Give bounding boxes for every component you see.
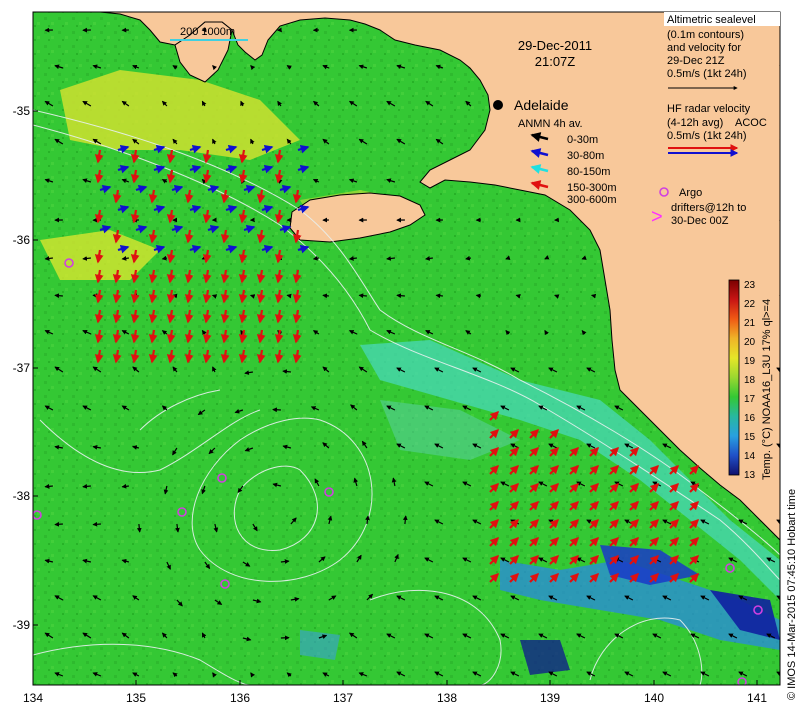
velocity-arrow bbox=[121, 483, 129, 489]
altimetric-legend-line: 0.5m/s (1kt 24h) bbox=[667, 68, 746, 80]
y-tick-label: -37 bbox=[13, 361, 31, 375]
velocity-arrow bbox=[396, 293, 405, 299]
sst-map: 134 135 136 137 138 139 140 141 -35 -36 … bbox=[13, 11, 798, 705]
velocity-arrow bbox=[136, 523, 142, 533]
argo-legend-chevron: > bbox=[651, 206, 663, 228]
anmn-legend-title: ANMN 4h av. bbox=[518, 118, 583, 130]
velocity-arrow bbox=[92, 521, 101, 527]
colorbar-tick: 16 bbox=[744, 413, 756, 424]
velocity-arrow bbox=[779, 293, 780, 299]
map-time: 21:07Z bbox=[535, 54, 576, 69]
credit-text: © IMOS 14-Mar-2015 07:45:10 Hobart time bbox=[786, 489, 798, 700]
anmn-legend-item: 300-600m bbox=[567, 194, 617, 206]
anmn-legend-item: 80-150m bbox=[567, 166, 610, 178]
altimetric-legend-line: 29-Dec 21Z bbox=[667, 55, 725, 67]
x-tick-label: 141 bbox=[747, 691, 767, 705]
altimetric-legend-line: (0.1m contours) bbox=[667, 29, 744, 41]
colorbar-tick: 15 bbox=[744, 432, 756, 443]
anmn-legend-item: 30-80m bbox=[567, 150, 604, 162]
colorbar-tick: 13 bbox=[744, 470, 756, 481]
x-tick-label: 137 bbox=[333, 691, 353, 705]
hf-legend-line: HF radar velocity bbox=[667, 103, 751, 115]
velocity-arrow bbox=[172, 293, 178, 299]
velocity-arrow bbox=[402, 515, 408, 525]
velocity-arrow bbox=[554, 294, 560, 299]
velocity-arrow bbox=[54, 521, 63, 527]
anmn-legend-item: 150-300m bbox=[567, 182, 617, 194]
x-tick-label: 136 bbox=[230, 691, 250, 705]
colorbar-tick: 18 bbox=[744, 375, 756, 386]
hf-legend-line: 0.5m/s (1kt 24h) bbox=[667, 130, 746, 142]
velocity-arrow bbox=[54, 293, 63, 299]
colorbar bbox=[728, 279, 740, 476]
scale-bar-label: 200 1000m bbox=[180, 26, 235, 38]
x-tick-label: 140 bbox=[644, 691, 664, 705]
argo-legend-line: drifters@12h to bbox=[671, 202, 746, 214]
adelaide-marker bbox=[493, 100, 503, 110]
y-tick-label: -35 bbox=[13, 104, 31, 118]
velocity-arrow bbox=[515, 294, 521, 299]
altimetric-legend-line: and velocity for bbox=[667, 42, 741, 54]
colorbar-tick: 14 bbox=[744, 451, 756, 462]
y-tick-label: -39 bbox=[13, 618, 31, 632]
velocity-arrow bbox=[211, 294, 218, 299]
velocity-arrow bbox=[590, 293, 597, 299]
colorbar-tick: 20 bbox=[744, 337, 756, 348]
velocity-arrow bbox=[435, 293, 443, 299]
map-date: 29-Dec-2011 bbox=[518, 38, 592, 53]
colorbar-tick: 21 bbox=[744, 318, 756, 329]
velocity-arrow bbox=[475, 293, 481, 299]
place-label-adelaide: Adelaide bbox=[514, 97, 569, 113]
x-tick-label: 139 bbox=[540, 691, 560, 705]
colorbar-tick: 17 bbox=[744, 394, 756, 405]
colorbar-tick: 19 bbox=[744, 356, 756, 367]
velocity-arrow bbox=[44, 483, 53, 489]
velocity-arrow bbox=[249, 294, 256, 299]
anmn-legend-item: 0-30m bbox=[567, 134, 598, 146]
altimetric-legend-line: Altimetric sealevel bbox=[667, 14, 756, 26]
velocity-arrow bbox=[286, 293, 292, 299]
y-tick-label: -36 bbox=[13, 233, 31, 247]
colorbar-tick: 22 bbox=[744, 299, 756, 310]
velocity-arrow bbox=[358, 293, 367, 299]
x-tick-label: 135 bbox=[126, 691, 146, 705]
velocity-arrow bbox=[779, 65, 780, 70]
hf-legend-overlap: ACOC bbox=[735, 117, 767, 129]
y-tick-label: -38 bbox=[13, 489, 31, 503]
hf-legend-line: (4-12h avg) bbox=[667, 117, 723, 129]
colorbar-label: Temp. (°C) NOAA16_L3U 17% ql>=4 bbox=[761, 299, 773, 480]
argo-legend-line: Argo bbox=[679, 187, 702, 199]
colorbar-tick: 23 bbox=[744, 280, 756, 291]
argo-legend-line: 30-Dec 00Z bbox=[671, 215, 729, 227]
deep-blue-patch bbox=[300, 630, 340, 660]
x-tick-label: 138 bbox=[437, 691, 457, 705]
velocity-arrow bbox=[82, 483, 91, 489]
velocity-arrow bbox=[779, 138, 780, 144]
velocity-arrow bbox=[322, 293, 329, 299]
x-tick-label: 134 bbox=[23, 691, 43, 705]
